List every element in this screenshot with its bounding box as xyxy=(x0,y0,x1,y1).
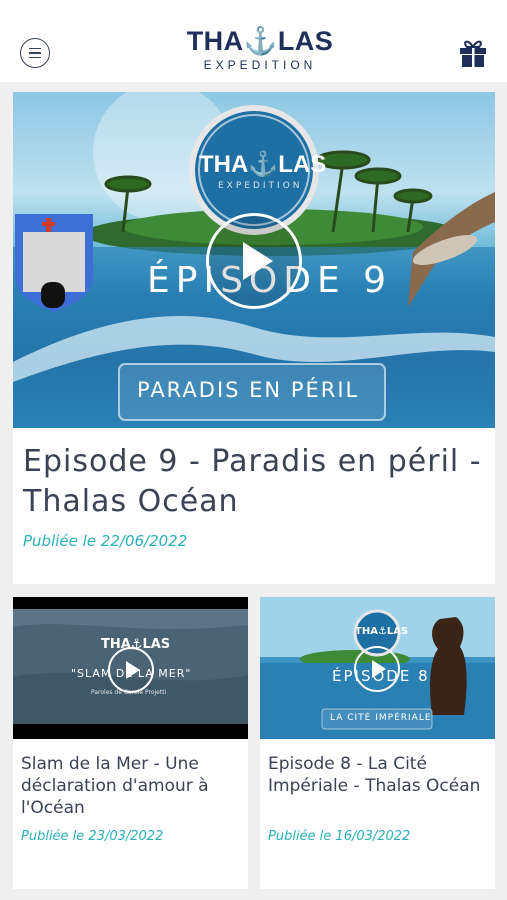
play-button-icon[interactable] xyxy=(354,646,400,692)
thumbnail-banner-text: PARADIS EN PÉRIL xyxy=(137,378,360,402)
play-button-icon[interactable] xyxy=(108,647,154,693)
play-triangle xyxy=(126,661,140,679)
video-thumbnail[interactable]: THA⚓LAS ÉPISODE 8 LA CITÉ IMPÉRIALE xyxy=(260,597,495,739)
play-triangle xyxy=(243,242,273,280)
thumbnail-logo-text: THA⚓LAS xyxy=(355,626,409,637)
play-button-icon[interactable] xyxy=(206,213,302,309)
thumbnail-logo-subtitle: EXPEDITION xyxy=(218,181,303,191)
gift-icon[interactable] xyxy=(458,36,488,68)
menu-line xyxy=(29,56,41,59)
logo-subtitle: EXPEDITION xyxy=(203,58,317,72)
video-card[interactable]: THA⚓LAS "SLAM DE LA MER" Paroles de Caro… xyxy=(13,597,248,889)
featured-video-title[interactable]: Episode 9 - Paradis en péril - Thalas Oc… xyxy=(23,442,483,522)
app-header: THA⚓LAS EXPEDITION xyxy=(0,0,507,82)
publish-date: Publiée le 23/03/2022 xyxy=(21,829,164,844)
thalas-logo[interactable]: THA⚓LAS EXPEDITION xyxy=(180,26,340,72)
featured-publish-date: Publiée le 22/06/2022 xyxy=(23,532,188,550)
thumbnail-banner-text: LA CITÉ IMPÉRIALE xyxy=(330,713,432,723)
video-title[interactable]: Episode 8 - La Cité Impériale - Thalas O… xyxy=(268,753,490,797)
featured-video-card[interactable]: THA⚓LAS EXPEDITION ÉPISODE 9 PARADIS EN … xyxy=(13,92,495,584)
menu-line xyxy=(29,52,41,54)
video-card[interactable]: THA⚓LAS ÉPISODE 8 LA CITÉ IMPÉRIALE Epis… xyxy=(260,597,495,889)
logo-part: THA xyxy=(186,26,244,56)
video-title[interactable]: Slam de la Mer - Une déclaration d'amour… xyxy=(21,753,243,819)
publish-date: Publiée le 16/03/2022 xyxy=(268,829,411,844)
anchor-icon: ⚓ xyxy=(243,26,278,56)
video-thumbnail[interactable]: THA⚓LAS "SLAM DE LA MER" Paroles de Caro… xyxy=(13,597,248,739)
featured-video-thumbnail[interactable]: THA⚓LAS EXPEDITION ÉPISODE 9 PARADIS EN … xyxy=(13,92,495,428)
logo-part: LAS xyxy=(277,26,334,56)
logo-wordmark: THA⚓LAS xyxy=(180,26,340,56)
thumbnail-logo-text: THA⚓LAS xyxy=(199,151,327,178)
play-triangle xyxy=(372,660,386,678)
hamburger-menu-icon[interactable] xyxy=(20,38,50,68)
menu-line xyxy=(29,47,41,50)
